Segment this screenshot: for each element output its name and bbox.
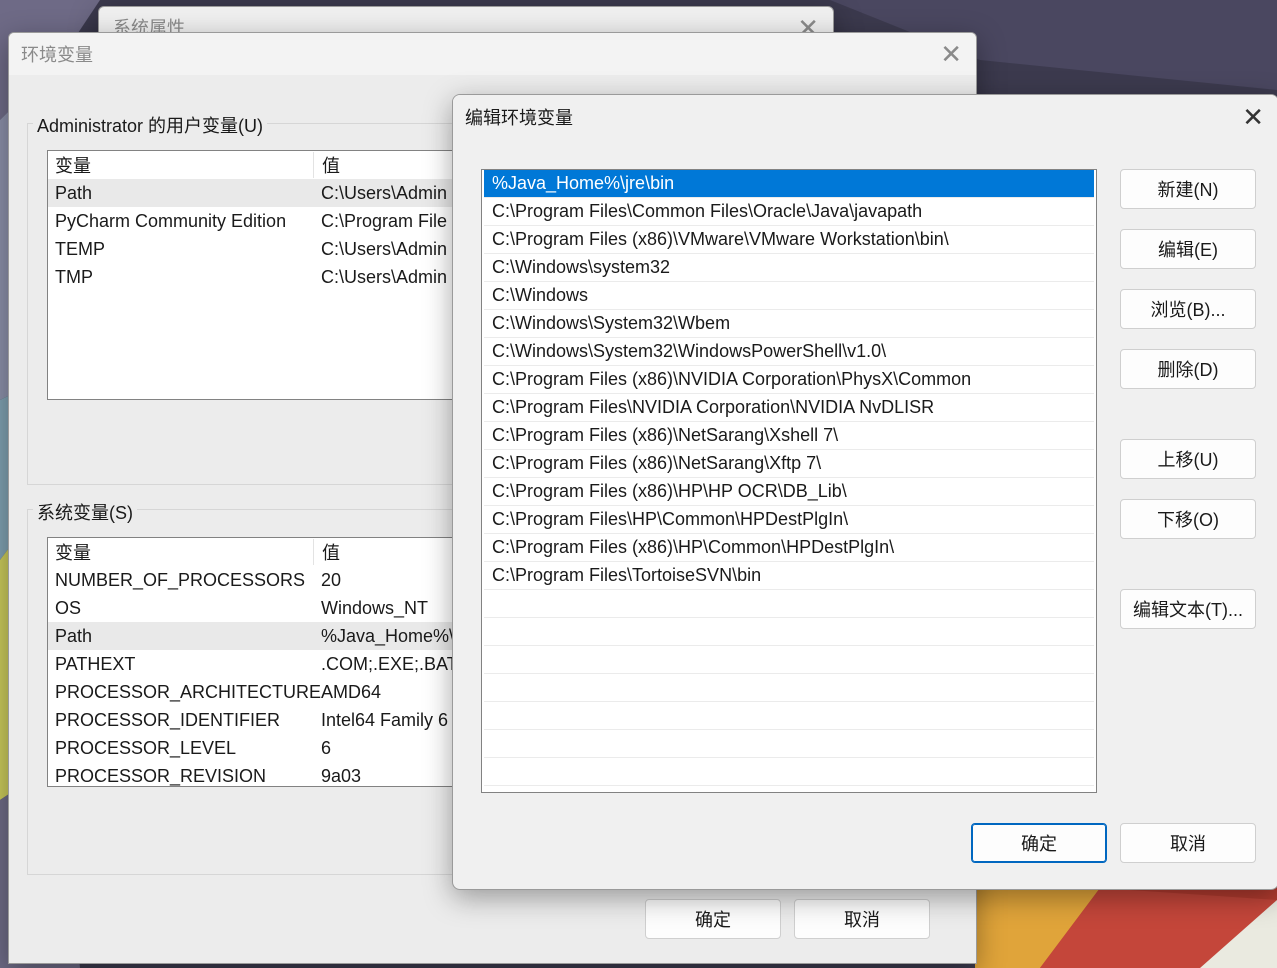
variable-value-cell: C:\Users\Admin [321,238,448,259]
empty-list-row [484,674,1094,702]
path-list-item[interactable]: C:\Program Files (x86)\VMware\VMware Wor… [484,226,1094,254]
variable-value-cell: 9a03 [321,765,362,786]
variable-name-cell: PROCESSOR_IDENTIFIER [55,709,281,730]
path-list-item[interactable]: C:\Program Files (x86)\HP\Common\HPDestP… [484,534,1094,562]
edit-env-var-dialog: 编辑环境变量 ✕ %Java_Home%\jre\bin C:\Program F… [452,94,1277,890]
path-list[interactable]: %Java_Home%\jre\bin C:\Program Files\Comm… [481,169,1097,793]
edit-button[interactable]: 编辑(E) [1120,229,1256,269]
empty-list-row [484,758,1094,786]
close-icon[interactable]: ✕ [1242,104,1264,130]
variable-name-cell: Path [55,625,93,646]
path-list-item[interactable]: C:\Program Files (x86)\NVIDIA Corporatio… [484,366,1094,394]
path-list-item[interactable]: C:\Program Files\TortoiseSVN\bin [484,562,1094,590]
path-list-item[interactable]: C:\Program Files (x86)\HP\HP OCR\DB_Lib\ [484,478,1094,506]
empty-list-row [484,618,1094,646]
new-button[interactable]: 新建(N) [1120,169,1256,209]
variable-value-cell: C:\Users\Admin [321,182,448,203]
variable-value-cell: %Java_Home%\ [321,625,455,646]
variable-value-cell: AMD64 [321,681,382,702]
browse-button[interactable]: 浏览(B)... [1120,289,1256,329]
variable-name-cell: PyCharm Community Edition [55,210,287,231]
variable-name-cell: PROCESSOR_ARCHITECTURE [55,681,322,702]
edit-dialog-title: 编辑环境变量 [465,108,573,128]
variable-value-cell: C:\Users\Admin [321,266,448,287]
path-list-item[interactable]: C:\Program Files\NVIDIA Corporation\NVID… [484,394,1094,422]
variable-value-cell: Intel64 Family 6 [321,709,449,730]
close-icon[interactable]: ✕ [940,41,962,67]
variable-name-cell: PATHEXT [55,653,136,674]
variable-name-cell: TMP [55,266,93,287]
column-header-name[interactable]: 变量 [48,152,314,178]
variable-value-cell: Windows_NT [321,597,429,618]
variable-name-cell: Path [55,182,93,203]
edit-ok-button[interactable]: 确定 [971,823,1107,863]
column-header-name[interactable]: 变量 [48,539,314,565]
variable-value-cell: .COM;.EXE;.BAT; [321,653,461,674]
env-cancel-button[interactable]: 取消 [794,899,930,939]
path-list-item[interactable]: C:\Program Files\HP\Common\HPDestPlgIn\ [484,506,1094,534]
variable-name-cell: OS [55,597,82,618]
system-vars-label: 系统变量(S) [33,499,137,525]
column-header-value[interactable]: 值 [314,152,340,178]
move-down-button[interactable]: 下移(O) [1120,499,1256,539]
variable-value-cell: 20 [321,569,342,590]
path-list-item[interactable]: C:\Program Files\Common Files\Oracle\Jav… [484,198,1094,226]
empty-list-row [484,702,1094,730]
path-list-item[interactable]: C:\Program Files (x86)\NetSarang\Xshell … [484,422,1094,450]
variable-value-cell: C:\Program File [321,210,448,231]
env-window-title: 环境变量 [21,45,93,65]
variable-name-cell: TEMP [55,238,106,259]
variable-name-cell: PROCESSOR_LEVEL [55,737,237,758]
empty-list-row [484,646,1094,674]
variable-name-cell: NUMBER_OF_PROCESSORS [55,569,306,590]
move-up-button[interactable]: 上移(U) [1120,439,1256,479]
path-list-item[interactable]: C:\Windows\system32 [484,254,1094,282]
path-list-item[interactable]: %Java_Home%\jre\bin [484,170,1094,198]
path-list-item[interactable]: C:\Windows\System32\WindowsPowerShell\v1… [484,338,1094,366]
variable-value-cell: 6 [321,737,332,758]
edit-cancel-button[interactable]: 取消 [1120,823,1256,863]
path-list-item[interactable]: C:\Program Files (x86)\NetSarang\Xftp 7\ [484,450,1094,478]
user-vars-label: Administrator 的用户变量(U) [33,112,268,138]
delete-button[interactable]: 删除(D) [1120,349,1256,389]
edit-text-button[interactable]: 编辑文本(T)... [1120,589,1256,629]
empty-list-row [484,730,1094,758]
column-header-value[interactable]: 值 [314,539,340,565]
path-list-item[interactable]: C:\Windows\System32\Wbem [484,310,1094,338]
path-list-item[interactable]: C:\Windows [484,282,1094,310]
env-ok-button[interactable]: 确定 [645,899,781,939]
empty-list-row [484,590,1094,618]
variable-name-cell: PROCESSOR_REVISION [55,765,267,786]
